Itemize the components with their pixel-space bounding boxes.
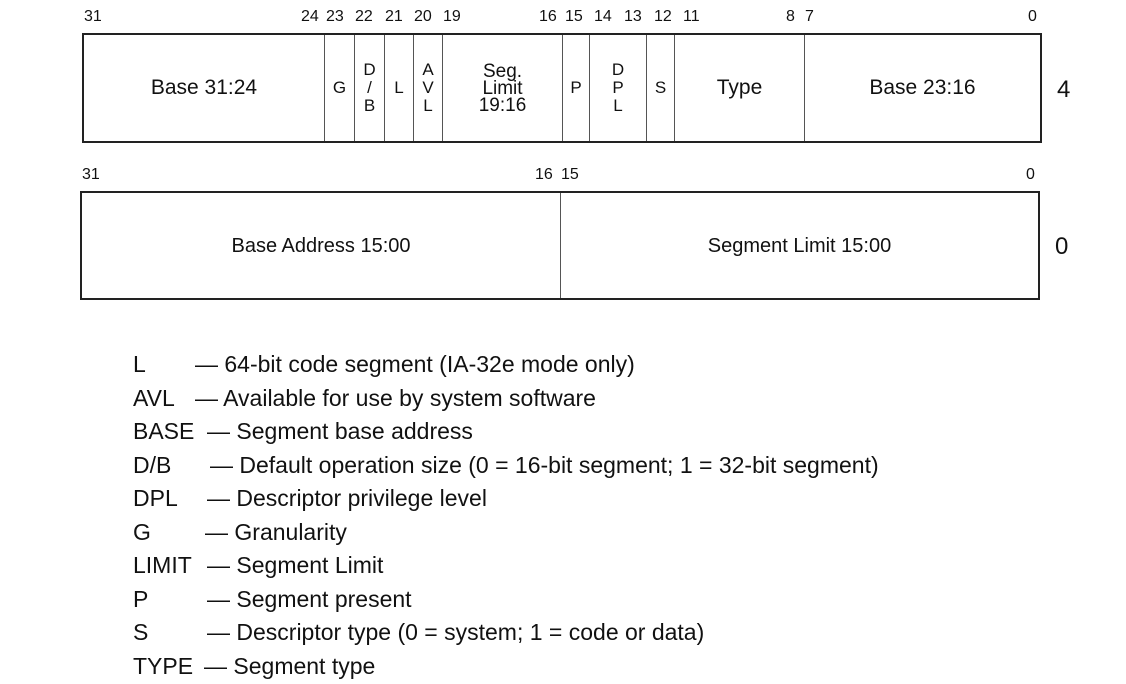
legend-key: S — [133, 619, 149, 645]
bit-number: 24 — [301, 8, 319, 25]
field-p: P — [562, 35, 589, 141]
legend-key: TYPE — [133, 652, 194, 679]
field-g: G — [324, 35, 354, 141]
field-label-line: L — [613, 96, 623, 115]
bit-number: 0 — [1028, 8, 1037, 25]
field-dpl: D P L — [589, 35, 646, 141]
field-label-line: V — [422, 78, 434, 97]
field-label: Type — [716, 76, 763, 99]
field-label-line: L — [423, 96, 433, 115]
field-label: Base 23:16 — [869, 76, 976, 99]
bit-number: 15 — [565, 8, 583, 25]
legend-key: LIMIT — [133, 552, 192, 578]
field-label-line: / — [367, 78, 372, 97]
legend-desc: — Available for use by system software — [195, 384, 596, 411]
field-label-line: A — [422, 60, 434, 79]
bit-number: 0 — [1026, 166, 1035, 183]
bit-number: 7 — [805, 8, 814, 25]
field-base-23-16: Base 23:16 — [804, 35, 1040, 141]
field-base-address-15-00: Base Address 15:00 — [82, 193, 560, 298]
legend-desc: — Descriptor privilege level — [207, 485, 487, 511]
field-type: Type — [674, 35, 804, 141]
field-avl: A V L — [413, 35, 442, 141]
bit-number: 12 — [654, 8, 672, 25]
bit-number: 23 — [326, 8, 344, 25]
bit-number: 31 — [82, 166, 100, 183]
bit-number: 20 — [414, 8, 432, 25]
field-label-line: D — [611, 60, 625, 79]
field-label-line: B — [363, 96, 376, 115]
legend-key: G — [133, 518, 151, 545]
field-label: S — [654, 78, 667, 97]
field-label: G — [332, 78, 347, 97]
offset-label-high: 4 — [1057, 76, 1071, 103]
field-label-line: 19:16 — [478, 94, 527, 116]
bit-number: 8 — [786, 8, 795, 25]
field-label: Base Address 15:00 — [231, 234, 411, 257]
field-db: D / B — [354, 35, 384, 141]
legend-desc: — Segment type — [204, 652, 376, 679]
legend-key: L — [133, 351, 146, 377]
legend-desc: — Granularity — [205, 518, 347, 545]
field-label-line: Limit — [482, 77, 523, 99]
bit-number: 21 — [385, 8, 403, 25]
field-label: L — [394, 78, 404, 97]
bit-number: 11 — [683, 8, 700, 25]
field-label-line: Seg. — [482, 60, 523, 82]
bit-number: 16 — [535, 166, 553, 183]
field-l: L — [384, 35, 413, 141]
legend-key: BASE — [133, 418, 195, 444]
legend-desc: — Descriptor type (0 = system; 1 = code … — [207, 619, 705, 645]
field-base-31-24: Base 31:24 — [84, 35, 324, 141]
field-label: P — [570, 78, 582, 97]
field-label: Base 31:24 — [150, 76, 258, 99]
bit-number: 14 — [594, 8, 612, 25]
descriptor-high-word: Base 31:24 G D / B L A V L Seg. Limit 19… — [82, 33, 1042, 143]
bit-number: 15 — [561, 166, 579, 183]
bit-number: 13 — [624, 8, 642, 25]
offset-label-low: 0 — [1055, 233, 1069, 260]
legend-desc: — Default operation size (0 = 16-bit seg… — [210, 451, 879, 478]
legend-key: AVL — [133, 384, 175, 411]
bit-number: 31 — [84, 8, 102, 25]
field-segment-limit-15-00: Segment Limit 15:00 — [560, 193, 1038, 298]
field-label-line: D — [363, 60, 376, 79]
legend-desc: — Segment Limit — [207, 552, 384, 578]
descriptor-low-word: Base Address 15:00 Segment Limit 15:00 — [80, 191, 1040, 300]
field-seg-limit-19-16: Seg. Limit 19:16 — [442, 35, 562, 141]
legend-key: D/B — [133, 451, 172, 478]
field-label: Segment Limit 15:00 — [707, 234, 892, 257]
bit-number: 16 — [539, 8, 557, 25]
field-label-line: P — [612, 78, 624, 97]
bit-number: 22 — [355, 8, 373, 25]
field-s: S — [646, 35, 674, 141]
bit-number: 19 — [443, 8, 461, 25]
legend-key: DPL — [133, 485, 178, 511]
legend-desc: — Segment base address — [207, 418, 473, 444]
legend-desc: — 64-bit code segment (IA-32e mode only) — [195, 351, 635, 377]
legend-desc: — Segment present — [207, 585, 412, 612]
legend-key: P — [133, 585, 149, 612]
